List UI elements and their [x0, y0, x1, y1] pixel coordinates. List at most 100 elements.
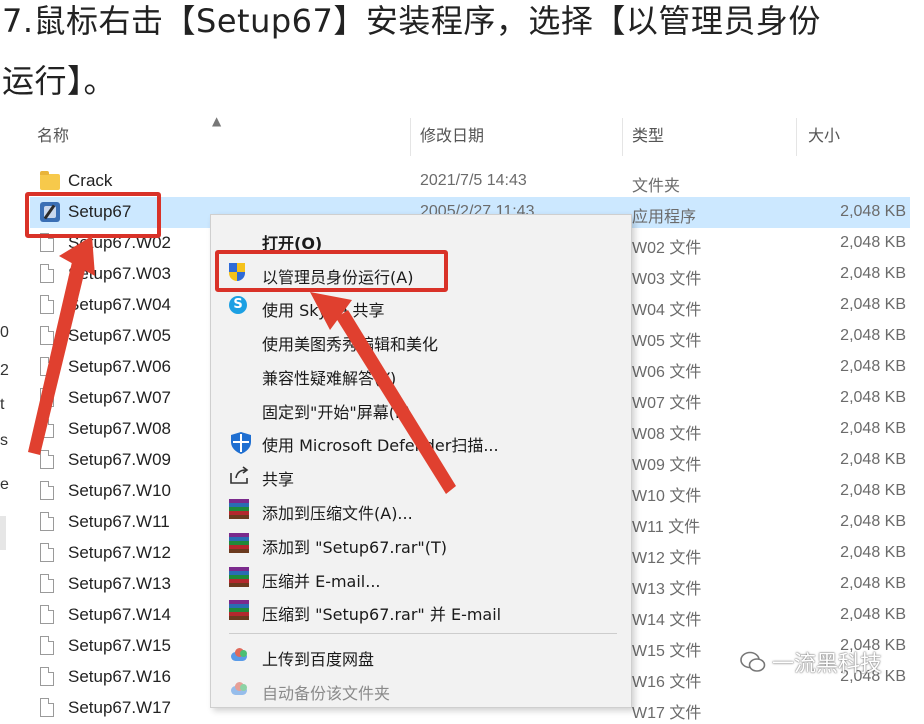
file-size: 2,048 KB [840, 203, 906, 220]
file-size: 2,048 KB [840, 544, 906, 561]
file-type: W06 文件 [632, 364, 702, 381]
left-pane-char: e [0, 476, 9, 493]
file-size: 2,048 KB [840, 327, 906, 344]
left-pane-char: t [0, 396, 5, 413]
winrar-icon [229, 533, 249, 553]
left-pane-scroll-highlight [0, 516, 6, 550]
watermark: 一流黑科技 [740, 646, 920, 686]
menu-item-compat[interactable]: 兼容性疑难解答(Y) [211, 358, 631, 391]
file-size: 2,048 KB [840, 451, 906, 468]
menu-item-label: 自动备份该文件夹 [262, 684, 391, 703]
file-name: Setup67.W07 [68, 388, 172, 407]
file-name: Setup67.W17 [68, 698, 172, 717]
file-date: 2021/7/5 14:43 [420, 172, 527, 189]
file-icon [40, 543, 56, 564]
file-icon [40, 388, 56, 409]
file-size: 2,048 KB [840, 482, 906, 499]
file-type: W16 文件 [632, 674, 702, 691]
folder-icon [40, 171, 60, 192]
menu-item-label: 上传到百度网盘 [262, 650, 375, 669]
menu-item-defender[interactable]: 使用 Microsoft Defender扫描... [211, 425, 631, 458]
menu-item-label: 兼容性疑难解答(Y) [262, 369, 397, 388]
skype-icon: S [229, 296, 249, 316]
menu-item-add-archive[interactable]: 添加到压缩文件(A)... [211, 493, 631, 526]
column-header-name[interactable]: 名称 [37, 112, 69, 156]
defender-shield-icon [229, 431, 251, 454]
file-size: 2,048 KB [840, 513, 906, 530]
sort-caret-icon: ▲ [212, 114, 222, 128]
file-type: W10 文件 [632, 488, 702, 505]
menu-item-upload-baidu[interactable]: 上传到百度网盘 [211, 639, 631, 672]
file-name: Setup67.W04 [68, 295, 172, 314]
highlight-box-run-as-admin [215, 250, 448, 292]
file-name: Setup67.W12 [68, 543, 172, 562]
file-size: 2,048 KB [840, 606, 906, 623]
file-name: Setup67.W10 [68, 481, 172, 500]
menu-item-label: 添加到压缩文件(A)... [262, 504, 413, 523]
menu-item-meitu[interactable]: 使用美图秀秀编辑和美化 [211, 324, 631, 357]
menu-item-label: 添加到 "Setup67.rar"(T) [262, 538, 448, 557]
file-size: 2,048 KB [840, 358, 906, 375]
column-separator[interactable] [410, 118, 411, 156]
file-type: W05 文件 [632, 333, 702, 350]
file-size: 2,048 KB [840, 389, 906, 406]
file-size: 2,048 KB [840, 296, 906, 313]
file-type: W14 文件 [632, 612, 702, 629]
file-name: Setup67.W11 [68, 512, 170, 531]
menu-item-label: 压缩并 E-mail... [262, 572, 381, 591]
file-type: W12 文件 [632, 550, 702, 567]
file-name: Setup67.W16 [68, 667, 172, 686]
folder-row-crack[interactable]: Crack 2021/7/5 14:43 文件夹 [30, 166, 910, 197]
menu-item-compress-email[interactable]: 压缩并 E-mail... [211, 561, 631, 594]
file-icon [40, 419, 56, 440]
file-size: 2,048 KB [840, 420, 906, 437]
column-header-type[interactable]: 类型 [632, 112, 664, 156]
menu-item-pin-start[interactable]: 固定到"开始"屏幕(P) [211, 392, 631, 425]
menu-item-label: 压缩到 "Setup67.rar" 并 E-mail [262, 605, 502, 624]
file-icon [40, 574, 56, 595]
menu-item-auto-backup[interactable]: 自动备份该文件夹 [211, 673, 631, 706]
file-name: Setup67.W03 [68, 264, 172, 283]
file-icon [40, 698, 56, 719]
menu-item-label: 使用 Skype 共享 [262, 301, 385, 320]
column-header-size[interactable]: 大小 [808, 112, 840, 156]
baidu-cloud-icon [229, 645, 249, 665]
menu-item-label: 使用美图秀秀编辑和美化 [262, 335, 439, 354]
file-type: W17 文件 [632, 705, 702, 722]
file-type: W15 文件 [632, 643, 702, 660]
left-pane-edge: 0 2 t s e [0, 112, 12, 706]
column-separator[interactable] [622, 118, 623, 156]
file-icon [40, 481, 56, 502]
file-type: W09 文件 [632, 457, 702, 474]
file-icon [40, 295, 56, 316]
file-size: 2,048 KB [840, 234, 906, 251]
file-name: Setup67.W13 [68, 574, 172, 593]
file-type: 文件夹 [632, 178, 681, 195]
menu-item-add-rar[interactable]: 添加到 "Setup67.rar"(T) [211, 527, 631, 560]
file-type: W11 文件 [632, 519, 701, 536]
file-type: W13 文件 [632, 581, 702, 598]
file-type: W08 文件 [632, 426, 702, 443]
wechat-icon [740, 651, 766, 679]
file-icon [40, 357, 56, 378]
left-pane-char: 0 [0, 324, 9, 341]
menu-item-share-skype[interactable]: S 使用 Skype 共享 [211, 290, 631, 323]
file-icon [40, 512, 56, 533]
column-header-date[interactable]: 修改日期 [420, 112, 484, 156]
menu-item-compress-rar-email[interactable]: 压缩到 "Setup67.rar" 并 E-mail [211, 594, 631, 627]
file-name: Crack [68, 171, 113, 190]
file-name: Setup67.W06 [68, 357, 172, 376]
column-separator[interactable] [796, 118, 797, 156]
file-icon [40, 605, 56, 626]
file-type: W04 文件 [632, 302, 702, 319]
share-icon [229, 465, 249, 485]
file-type: W03 文件 [632, 271, 702, 288]
menu-item-label: 固定到"开始"屏幕(P) [262, 403, 411, 422]
file-size: 2,048 KB [840, 265, 906, 282]
winrar-icon [229, 567, 249, 587]
file-icon [40, 450, 56, 471]
menu-item-share[interactable]: 共享 [211, 459, 631, 492]
file-type: 应用程序 [632, 209, 697, 226]
file-icon [40, 636, 56, 657]
file-size: 2,048 KB [840, 575, 906, 592]
